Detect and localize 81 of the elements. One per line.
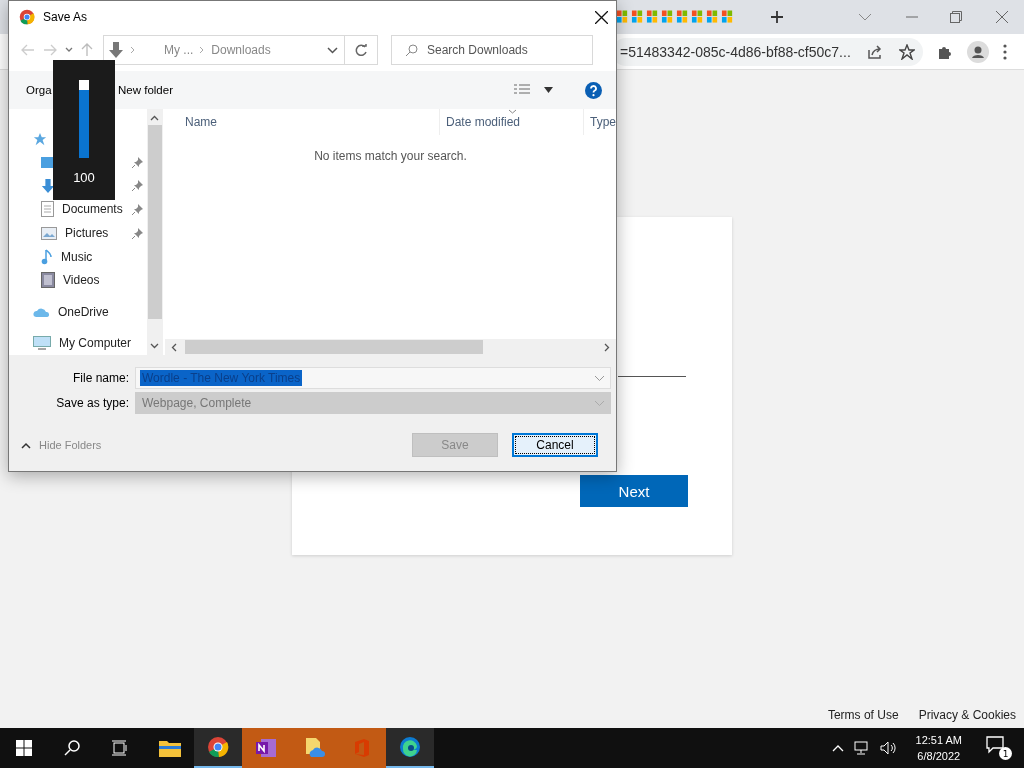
window-title: Save As <box>43 10 88 24</box>
edge-icon <box>399 736 421 758</box>
search-icon <box>405 44 418 57</box>
music-note-icon <box>41 248 53 265</box>
chevron-down-icon[interactable] <box>150 343 160 349</box>
chevron-left-icon[interactable] <box>171 342 177 352</box>
url-text: =51483342-085c-4d86-bf88-cf50c7... <box>620 43 851 60</box>
chevron-up-icon[interactable] <box>21 441 31 449</box>
dialog-button[interactable]: Cancel <box>512 433 598 457</box>
next-button[interactable]: Next <box>580 475 688 507</box>
chrome-icon <box>207 736 229 758</box>
horizontal-scrollbar[interactable] <box>165 339 616 355</box>
chevron-right-icon[interactable] <box>604 342 610 352</box>
footer-link[interactable]: Terms of Use <box>827 708 899 722</box>
folder-nav-item[interactable]: Documents <box>9 197 147 222</box>
notebook-icon <box>255 737 277 759</box>
close-icon[interactable] <box>595 10 608 24</box>
computer-icon <box>33 336 51 351</box>
star-icon <box>33 131 47 146</box>
chevron-down-icon[interactable] <box>327 46 338 54</box>
refresh-button[interactable] <box>345 35 378 65</box>
restore-icon[interactable] <box>950 11 962 23</box>
folder-nav-item[interactable]: My Computer <box>9 331 147 356</box>
refresh-icon <box>354 43 368 57</box>
new-tab-button[interactable] <box>770 10 784 24</box>
windows-logo-icon[interactable] <box>646 9 659 25</box>
empty-message: No items match your search. <box>313 149 468 163</box>
windows-logo-icon[interactable] <box>661 9 674 25</box>
windows-logo-icon[interactable] <box>631 9 644 25</box>
download-arrow-icon <box>108 42 124 58</box>
speaker-icon[interactable] <box>879 741 898 755</box>
film-icon <box>41 272 55 289</box>
footer-link[interactable]: Privacy & Cookies <box>918 708 1016 722</box>
organize-menu[interactable]: Orga <box>26 84 52 96</box>
chevron-up-icon[interactable] <box>150 115 160 121</box>
caret-icon[interactable] <box>544 87 553 93</box>
chevron-right-icon <box>199 46 206 54</box>
windows-logo-icon[interactable] <box>691 9 704 25</box>
search-icon[interactable] <box>64 740 80 756</box>
download-arrow-icon <box>41 177 55 194</box>
folder-nav-item[interactable]: OneDrive <box>9 299 147 324</box>
folder-icon <box>159 739 181 757</box>
column-header[interactable]: Type <box>584 109 616 135</box>
windows-logo-icon[interactable] <box>616 9 629 25</box>
save-type-label: Save as type: <box>55 396 129 410</box>
picture-icon <box>41 226 57 240</box>
vertical-scrollbar[interactable] <box>147 109 163 355</box>
clock-date[interactable]: 6/8/2022 <box>917 748 961 765</box>
search-field[interactable]: Search Downloads <box>391 35 593 65</box>
menu-icon[interactable] <box>1002 43 1007 60</box>
windows-logo-icon[interactable] <box>706 9 719 25</box>
windows-logo-icon[interactable] <box>721 9 734 25</box>
breadcrumb[interactable]: My ... <box>164 43 194 57</box>
network-icon[interactable] <box>853 741 870 755</box>
windows-logo-icon[interactable] <box>676 9 689 25</box>
cloud-icon <box>33 306 50 318</box>
column-header[interactable]: Date modified <box>440 109 584 135</box>
windows-start-icon[interactable] <box>16 740 32 756</box>
cloud-file-icon <box>303 737 325 759</box>
folder-nav-item[interactable]: Videos <box>9 268 147 292</box>
new-folder-button[interactable]: New folder <box>118 84 173 96</box>
chevron-down-icon[interactable] <box>65 47 73 53</box>
taskbar-app[interactable] <box>386 728 434 768</box>
path-bar[interactable]: My ... Downloads <box>103 35 345 65</box>
breadcrumb[interactable]: Downloads <box>211 43 271 57</box>
task-view-icon[interactable] <box>112 740 128 756</box>
chevron-right-icon <box>130 46 136 54</box>
profile-icon[interactable] <box>966 40 989 63</box>
document-icon <box>41 201 54 218</box>
notification-count: 1 <box>999 747 1012 760</box>
folder-nav-item[interactable]: Music <box>9 244 147 269</box>
column-header[interactable]: Name <box>165 109 440 135</box>
star-icon[interactable] <box>898 43 915 60</box>
help-icon[interactable] <box>585 81 602 99</box>
volume-reading: 100 <box>73 170 95 185</box>
folder-nav-item[interactable]: Pictures <box>9 221 147 245</box>
chrome-icon <box>19 9 35 25</box>
taskbar-app[interactable] <box>194 728 242 768</box>
file-name-label: File name: <box>71 371 129 385</box>
share-icon[interactable] <box>866 43 883 60</box>
clock-time[interactable]: 12:51 AM <box>915 731 962 748</box>
